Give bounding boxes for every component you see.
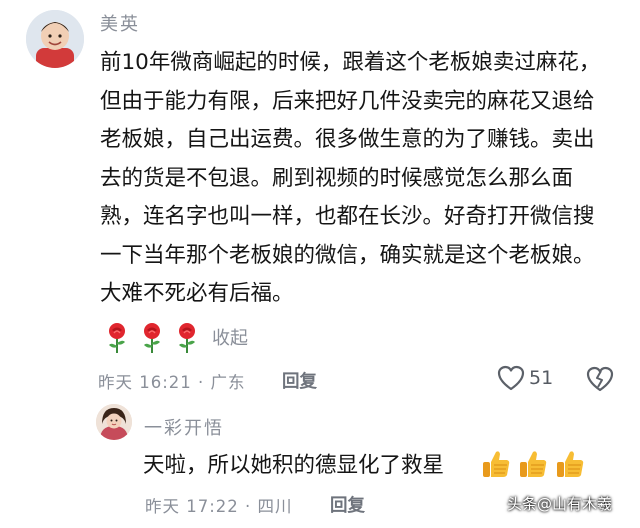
username[interactable]: 美英 — [100, 10, 140, 36]
comment-meta: 昨天 16:21 · 广东 — [98, 373, 246, 392]
reply-reply-button[interactable]: 回复 — [330, 492, 365, 517]
reply-meta: 昨天 17:22 · 四川 — [145, 497, 293, 516]
rose-icon — [109, 323, 125, 353]
reply-avatar[interactable] — [96, 404, 132, 440]
reply-text: 天啦，所以她积的德显化了救星 — [143, 453, 445, 478]
like-icon[interactable] — [497, 365, 525, 391]
emoji-row — [104, 322, 209, 354]
reply-button[interactable]: 回复 — [282, 368, 317, 393]
reply-username[interactable]: 一彩开悟 — [144, 414, 224, 440]
avatar[interactable] — [26, 10, 84, 68]
rose-icon — [179, 323, 195, 353]
thumbs-up-icon — [520, 451, 547, 477]
rose-icon — [144, 323, 160, 353]
thumbs-up-icon — [483, 451, 510, 477]
thumbs-up-icon — [557, 451, 584, 477]
watermark: 头条@山有木羲 — [507, 495, 613, 513]
comment-text: 前10年微商崛起的时候，跟着这个老板娘卖过麻花，但由于能力有限，后来把好几件没卖… — [100, 50, 601, 306]
collapse-button[interactable]: 收起 — [212, 324, 248, 350]
dislike-icon[interactable] — [586, 366, 614, 392]
thumbs-row — [481, 448, 592, 480]
like-count: 51 — [529, 367, 554, 389]
